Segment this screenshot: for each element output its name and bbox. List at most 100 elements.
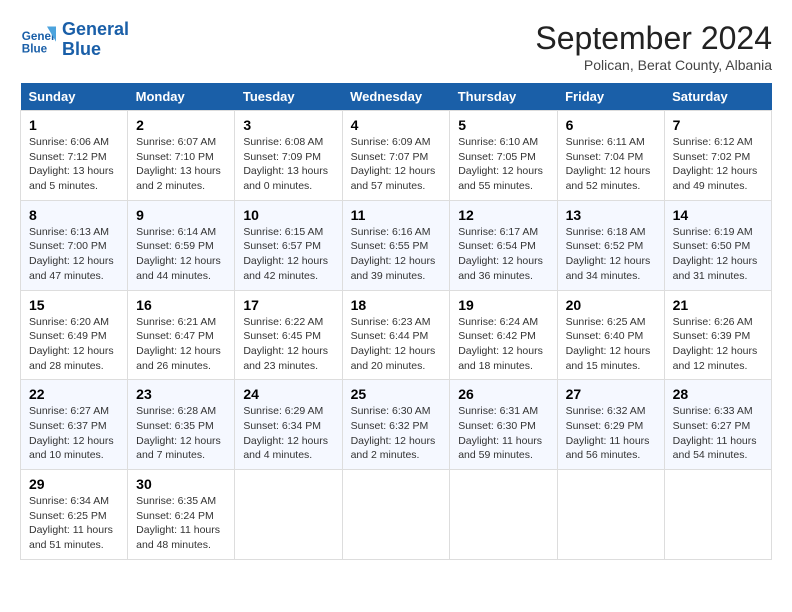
weekday-header: Tuesday — [235, 83, 342, 111]
calendar-day-cell: 9 Sunrise: 6:14 AMSunset: 6:59 PMDaylight… — [128, 200, 235, 290]
day-info: Sunrise: 6:08 AMSunset: 7:09 PMDaylight:… — [243, 135, 333, 194]
calendar-day-cell: 16 Sunrise: 6:21 AMSunset: 6:47 PMDayligh… — [128, 290, 235, 380]
day-info: Sunrise: 6:27 AMSunset: 6:37 PMDaylight:… — [29, 404, 119, 463]
calendar-day-cell: 15 Sunrise: 6:20 AMSunset: 6:49 PMDayligh… — [21, 290, 128, 380]
page-header: General Blue General Blue September 2024… — [20, 20, 772, 73]
calendar-day-cell: 4Sunrise: 6:09 AMSunset: 7:07 PMDaylight… — [342, 111, 450, 201]
calendar-day-cell: 23Sunrise: 6:28 AMSunset: 6:35 PMDayligh… — [128, 380, 235, 470]
calendar-day-cell — [235, 470, 342, 560]
calendar-day-cell: 27 Sunrise: 6:32 AMSunset: 6:29 PMDayligh… — [557, 380, 664, 470]
calendar-day-cell — [664, 470, 771, 560]
day-number: 22 — [29, 386, 119, 402]
day-number: 17 — [243, 297, 333, 313]
day-info: Sunrise: 6:11 AMSunset: 7:04 PMDaylight:… — [566, 135, 656, 194]
weekday-header-row: SundayMondayTuesdayWednesdayThursdayFrid… — [21, 83, 772, 111]
day-info: Sunrise: 6:22 AMSunset: 6:45 PMDaylight:… — [243, 315, 333, 374]
day-number: 1 — [29, 117, 119, 133]
day-number: 26 — [458, 386, 548, 402]
calendar-day-cell: 11 Sunrise: 6:16 AMSunset: 6:55 PMDayligh… — [342, 200, 450, 290]
calendar-day-cell — [342, 470, 450, 560]
calendar-day-cell: 1 Sunrise: 6:06 AMSunset: 7:12 PMDaylight… — [21, 111, 128, 201]
calendar-day-cell: 13 Sunrise: 6:18 AMSunset: 6:52 PMDayligh… — [557, 200, 664, 290]
day-number: 14 — [673, 207, 763, 223]
day-number: 25 — [351, 386, 442, 402]
day-number: 20 — [566, 297, 656, 313]
day-info: Sunrise: 6:26 AMSunset: 6:39 PMDaylight:… — [673, 315, 763, 374]
day-number: 30 — [136, 476, 226, 492]
day-number: 7 — [673, 117, 763, 133]
calendar-day-cell: 12Sunrise: 6:17 AMSunset: 6:54 PMDayligh… — [450, 200, 557, 290]
day-info: Sunrise: 6:23 AMSunset: 6:44 PMDaylight:… — [351, 315, 442, 374]
calendar-day-cell: 6 Sunrise: 6:11 AMSunset: 7:04 PMDaylight… — [557, 111, 664, 201]
calendar-day-cell: 30 Sunrise: 6:35 AMSunset: 6:24 PMDayligh… — [128, 470, 235, 560]
calendar-day-cell: 8Sunrise: 6:13 AMSunset: 7:00 PMDaylight… — [21, 200, 128, 290]
logo-line1: General — [62, 20, 129, 40]
day-info: Sunrise: 6:15 AMSunset: 6:57 PMDaylight:… — [243, 225, 333, 284]
day-number: 16 — [136, 297, 226, 313]
day-info: Sunrise: 6:20 AMSunset: 6:49 PMDaylight:… — [29, 315, 119, 374]
day-number: 5 — [458, 117, 548, 133]
day-info: Sunrise: 6:34 AMSunset: 6:25 PMDaylight:… — [29, 494, 119, 553]
day-info: Sunrise: 6:06 AMSunset: 7:12 PMDaylight:… — [29, 135, 119, 194]
weekday-header: Thursday — [450, 83, 557, 111]
day-info: Sunrise: 6:10 AMSunset: 7:05 PMDaylight:… — [458, 135, 548, 194]
calendar-day-cell: 25 Sunrise: 6:30 AMSunset: 6:32 PMDayligh… — [342, 380, 450, 470]
day-info: Sunrise: 6:35 AMSunset: 6:24 PMDaylight:… — [136, 494, 226, 553]
calendar-day-cell: 5 Sunrise: 6:10 AMSunset: 7:05 PMDaylight… — [450, 111, 557, 201]
day-info: Sunrise: 6:14 AMSunset: 6:59 PMDaylight:… — [136, 225, 226, 284]
svg-text:Blue: Blue — [22, 42, 48, 55]
day-number: 23 — [136, 386, 226, 402]
logo: General Blue General Blue — [20, 20, 129, 60]
day-number: 18 — [351, 297, 442, 313]
weekday-header: Friday — [557, 83, 664, 111]
calendar-day-cell: 26 Sunrise: 6:31 AMSunset: 6:30 PMDayligh… — [450, 380, 557, 470]
day-info: Sunrise: 6:33 AMSunset: 6:27 PMDaylight:… — [673, 404, 763, 463]
day-info: Sunrise: 6:32 AMSunset: 6:29 PMDaylight:… — [566, 404, 656, 463]
title-block: September 2024 Polican, Berat County, Al… — [535, 20, 772, 73]
day-info: Sunrise: 6:21 AMSunset: 6:47 PMDaylight:… — [136, 315, 226, 374]
day-number: 11 — [351, 207, 442, 223]
day-info: Sunrise: 6:30 AMSunset: 6:32 PMDaylight:… — [351, 404, 442, 463]
calendar-day-cell — [450, 470, 557, 560]
weekday-header: Wednesday — [342, 83, 450, 111]
day-info: Sunrise: 6:24 AMSunset: 6:42 PMDaylight:… — [458, 315, 548, 374]
day-info: Sunrise: 6:25 AMSunset: 6:40 PMDaylight:… — [566, 315, 656, 374]
day-number: 15 — [29, 297, 119, 313]
month-title: September 2024 — [535, 20, 772, 57]
calendar-week-row: 29 Sunrise: 6:34 AMSunset: 6:25 PMDayligh… — [21, 470, 772, 560]
day-info: Sunrise: 6:29 AMSunset: 6:34 PMDaylight:… — [243, 404, 333, 463]
logo-icon: General Blue — [20, 22, 56, 58]
day-number: 29 — [29, 476, 119, 492]
calendar-day-cell: 7 Sunrise: 6:12 AMSunset: 7:02 PMDaylight… — [664, 111, 771, 201]
day-number: 21 — [673, 297, 763, 313]
day-number: 8 — [29, 207, 119, 223]
day-info: Sunrise: 6:31 AMSunset: 6:30 PMDaylight:… — [458, 404, 548, 463]
calendar-day-cell: 28Sunrise: 6:33 AMSunset: 6:27 PMDayligh… — [664, 380, 771, 470]
day-info: Sunrise: 6:12 AMSunset: 7:02 PMDaylight:… — [673, 135, 763, 194]
calendar-week-row: 15 Sunrise: 6:20 AMSunset: 6:49 PMDayligh… — [21, 290, 772, 380]
day-number: 27 — [566, 386, 656, 402]
calendar-week-row: 1 Sunrise: 6:06 AMSunset: 7:12 PMDaylight… — [21, 111, 772, 201]
calendar-day-cell: 21 Sunrise: 6:26 AMSunset: 6:39 PMDayligh… — [664, 290, 771, 380]
day-info: Sunrise: 6:19 AMSunset: 6:50 PMDaylight:… — [673, 225, 763, 284]
day-number: 19 — [458, 297, 548, 313]
calendar-day-cell: 20 Sunrise: 6:25 AMSunset: 6:40 PMDayligh… — [557, 290, 664, 380]
day-number: 9 — [136, 207, 226, 223]
day-info: Sunrise: 6:09 AMSunset: 7:07 PMDaylight:… — [351, 135, 442, 194]
day-info: Sunrise: 6:16 AMSunset: 6:55 PMDaylight:… — [351, 225, 442, 284]
weekday-header: Saturday — [664, 83, 771, 111]
day-number: 6 — [566, 117, 656, 133]
calendar-day-cell — [557, 470, 664, 560]
day-number: 2 — [136, 117, 226, 133]
day-number: 13 — [566, 207, 656, 223]
calendar-week-row: 22 Sunrise: 6:27 AMSunset: 6:37 PMDayligh… — [21, 380, 772, 470]
calendar-day-cell: 10 Sunrise: 6:15 AMSunset: 6:57 PMDayligh… — [235, 200, 342, 290]
day-info: Sunrise: 6:17 AMSunset: 6:54 PMDaylight:… — [458, 225, 548, 284]
day-number: 10 — [243, 207, 333, 223]
calendar-day-cell: 18 Sunrise: 6:23 AMSunset: 6:44 PMDayligh… — [342, 290, 450, 380]
day-info: Sunrise: 6:07 AMSunset: 7:10 PMDaylight:… — [136, 135, 226, 194]
calendar-day-cell: 24Sunrise: 6:29 AMSunset: 6:34 PMDayligh… — [235, 380, 342, 470]
logo-text: General Blue — [62, 20, 129, 60]
calendar-day-cell: 22 Sunrise: 6:27 AMSunset: 6:37 PMDayligh… — [21, 380, 128, 470]
day-info: Sunrise: 6:18 AMSunset: 6:52 PMDaylight:… — [566, 225, 656, 284]
